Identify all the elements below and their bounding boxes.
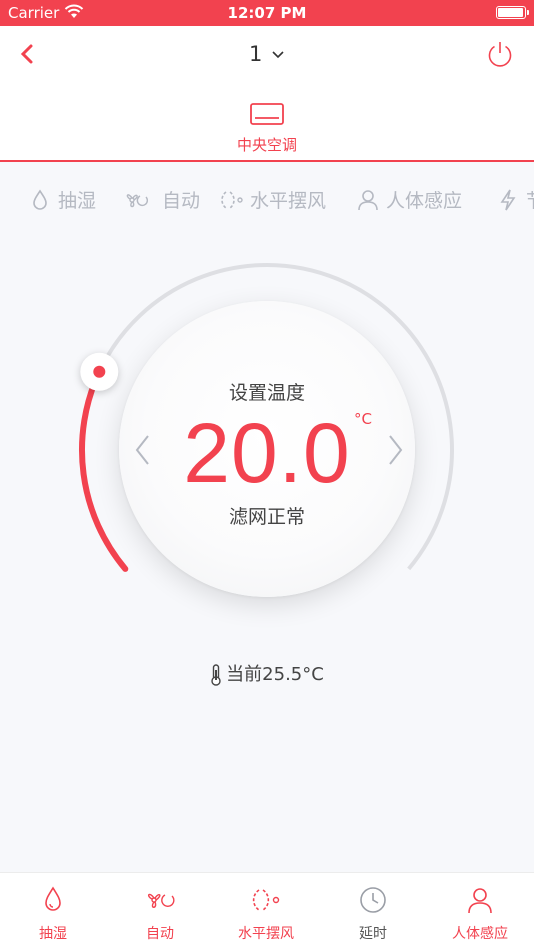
mode-label: 人体感应	[386, 190, 463, 212]
droplet-icon	[45, 886, 61, 911]
bottom-tab-bar: 抽湿 自动 水平摆风 延时 人体感应	[0, 872, 534, 951]
set-temperature-label: 设置温度	[228, 382, 305, 404]
bottom-tab-label: 人体感应	[452, 926, 508, 942]
device-selector[interactable]: 1	[0, 42, 534, 66]
bottom-tab-label: 抽湿	[39, 926, 67, 942]
decrease-temperature-button[interactable]	[132, 432, 154, 468]
tab-central-ac[interactable]: 中央空调	[0, 102, 534, 155]
mode-body-sensing[interactable]: 人体感应	[356, 186, 462, 213]
bottom-tab-body-sensing[interactable]: 人体感应	[427, 885, 533, 943]
mode-dehumidify[interactable]: 抽湿	[28, 186, 96, 213]
bottom-tab-dehumidify[interactable]: 抽湿	[0, 885, 106, 943]
lightning-icon	[500, 189, 516, 210]
fan-auto-icon	[126, 193, 149, 207]
person-icon	[468, 888, 492, 914]
battery-icon	[496, 6, 529, 19]
droplet-icon	[33, 189, 47, 210]
power-icon[interactable]	[486, 40, 514, 68]
battery-level	[498, 8, 524, 17]
increase-temperature-button[interactable]	[384, 432, 406, 468]
mode-strip: 抽湿 自动 水平摆风 人体感应 节	[0, 180, 534, 224]
air-conditioner-icon	[250, 103, 284, 125]
mode-label: 自动	[162, 190, 201, 212]
set-temperature-value: 20.0	[183, 406, 351, 500]
chevron-down-icon	[272, 51, 284, 59]
tab-central-ac-label: 中央空调	[236, 136, 297, 154]
current-temperature-text: 当前25.5°C	[226, 664, 324, 685]
status-time: 12:07 PM	[227, 4, 307, 22]
swing-icon	[252, 889, 280, 911]
bottom-tab-swing[interactable]: 水平摆风	[213, 885, 319, 943]
bottom-tab-auto[interactable]: 自动	[107, 885, 213, 943]
mode-swing[interactable]: 水平摆风	[220, 186, 326, 213]
filter-status: 滤网正常	[228, 506, 305, 528]
mode-label: 抽湿	[58, 190, 97, 212]
bottom-tab-delay[interactable]: 延时	[320, 885, 426, 943]
header: 1 中央空调	[0, 26, 534, 162]
current-temperature: 当前25.5°C	[0, 660, 534, 686]
device-name: 1	[248, 42, 263, 66]
temperature-unit: °C	[354, 410, 372, 428]
clock-icon	[360, 887, 386, 913]
bottom-tab-label: 延时	[359, 926, 387, 942]
mode-auto[interactable]: 自动	[116, 186, 200, 213]
bottom-tab-label: 水平摆风	[238, 926, 294, 942]
fan-auto-icon	[147, 893, 175, 908]
mode-energy[interactable]: 节	[496, 186, 534, 213]
mode-label: 节	[526, 186, 534, 213]
thermometer-icon	[211, 664, 221, 686]
mode-label: 水平摆风	[250, 190, 327, 212]
swing-icon	[221, 190, 243, 209]
status-bar: Carrier 12:07 PM	[0, 0, 534, 26]
person-icon	[358, 189, 378, 210]
bottom-tab-label: 自动	[146, 926, 174, 942]
